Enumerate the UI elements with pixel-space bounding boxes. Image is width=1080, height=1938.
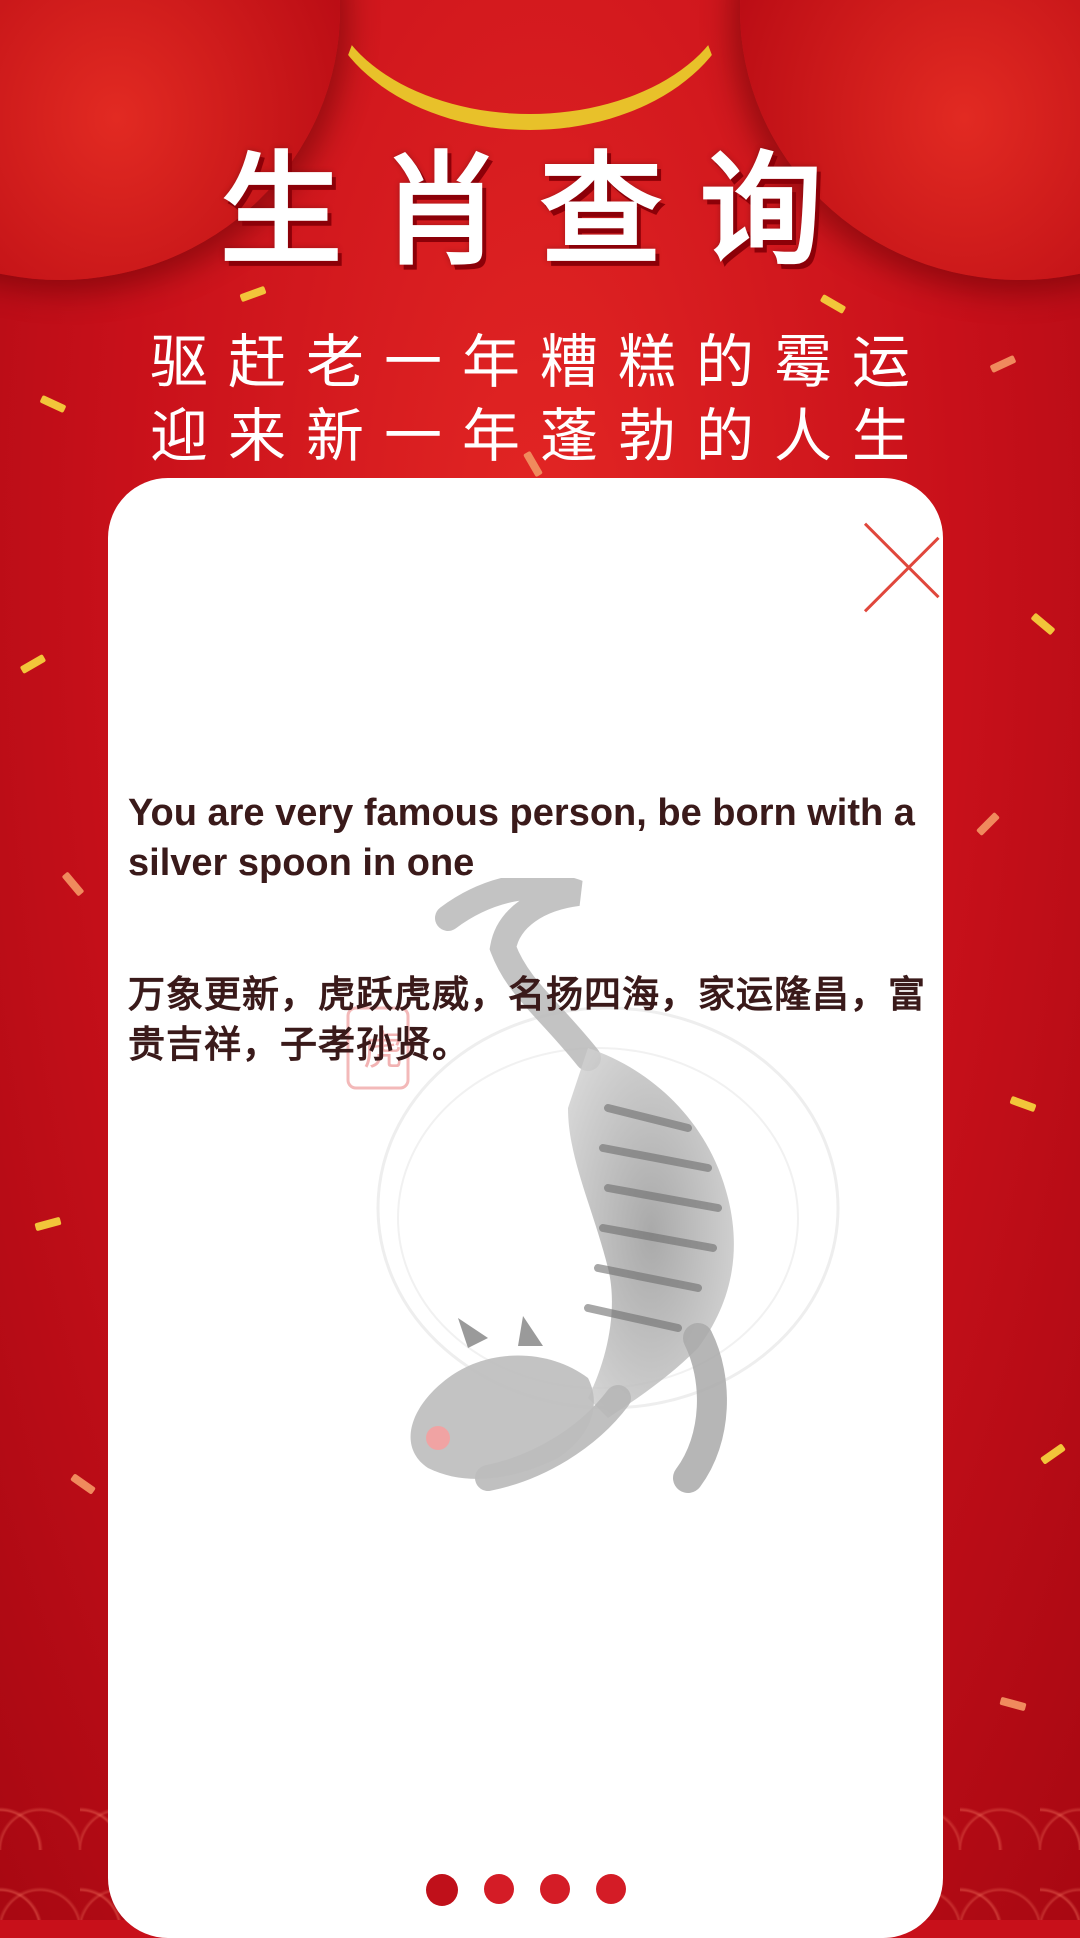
confetti	[70, 1473, 96, 1495]
page-title: 生肖查询	[220, 140, 860, 282]
subtitle-line-1: 驱赶老一年糟糕的霉运	[149, 328, 930, 396]
page-dot-2[interactable]	[483, 1874, 514, 1904]
confetti	[19, 654, 47, 674]
page-dot-4[interactable]	[595, 1874, 626, 1904]
fortune-chinese-text: 万象更新，虎跃虎威，名扬四海，家运隆昌，富贵吉祥，子孝孙贤。	[128, 973, 926, 1066]
confetti	[1009, 1095, 1037, 1113]
confetti	[819, 294, 847, 314]
fortune-card: 虎 You are very famous person, be born wi…	[108, 478, 943, 1938]
confetti	[1030, 612, 1056, 636]
pagination-dots	[108, 1874, 943, 1906]
gold-rope	[320, 0, 740, 130]
fortune-english-text: You are very famous person, be born with…	[128, 792, 915, 884]
confetti	[975, 811, 1001, 837]
close-button[interactable]	[863, 528, 943, 608]
page-dot-3[interactable]	[539, 1874, 570, 1904]
confetti	[34, 1216, 62, 1232]
page-dot-1[interactable]	[425, 1874, 458, 1906]
confetti	[999, 1696, 1027, 1712]
confetti	[239, 285, 267, 303]
confetti	[61, 871, 85, 897]
subtitle-line-2: 迎来新一年蓬勃的人生	[149, 402, 930, 470]
confetti	[1040, 1443, 1066, 1465]
